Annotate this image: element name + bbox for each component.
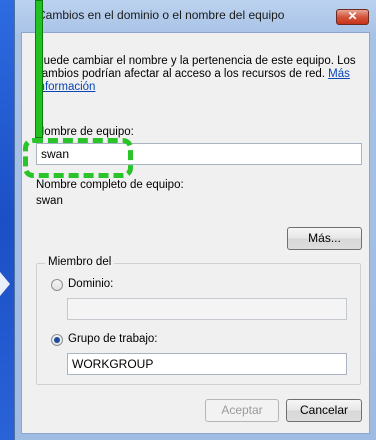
full-name-value: swan bbox=[36, 195, 63, 207]
dialog-client-area: Puede cambiar el nombre y la pertenencia… bbox=[21, 32, 370, 434]
computer-name-label: Nombre de equipo: bbox=[36, 126, 134, 138]
highlight-pointer-line bbox=[35, 0, 43, 138]
window-title: Cambios en el dominio o el nombre del eq… bbox=[37, 8, 285, 22]
domain-label: Dominio: bbox=[68, 278, 114, 290]
domain-input[interactable] bbox=[67, 298, 347, 320]
member-of-group: Miembro del Dominio: Grupo de trabajo: W… bbox=[36, 256, 361, 385]
ok-button[interactable]: Aceptar bbox=[205, 399, 279, 422]
workgroup-input[interactable]: WORKGROUP bbox=[67, 353, 347, 375]
workgroup-radio[interactable] bbox=[51, 334, 63, 346]
desktop-arrow-icon bbox=[0, 272, 10, 296]
domain-radio[interactable] bbox=[51, 279, 63, 291]
cancel-button[interactable]: Cancelar bbox=[286, 399, 362, 422]
close-button[interactable]: ✕ bbox=[336, 9, 369, 25]
workgroup-label: Grupo de trabajo: bbox=[68, 333, 158, 345]
member-of-title: Miembro del bbox=[45, 256, 115, 268]
more-button[interactable]: Más... bbox=[287, 227, 362, 250]
close-icon: ✕ bbox=[347, 9, 358, 23]
dialog-window: Cambios en el dominio o el nombre del eq… bbox=[14, 0, 376, 440]
desktop-edge bbox=[0, 0, 14, 440]
full-name-label: Nombre completo de equipo: bbox=[36, 179, 184, 191]
highlight-dashed-box bbox=[23, 138, 133, 178]
description-text: Puede cambiar el nombre y la pertenencia… bbox=[36, 55, 362, 94]
title-bar[interactable]: Cambios en el dominio o el nombre del eq… bbox=[15, 0, 376, 30]
description-body: Puede cambiar el nombre y la pertenencia… bbox=[36, 55, 356, 80]
